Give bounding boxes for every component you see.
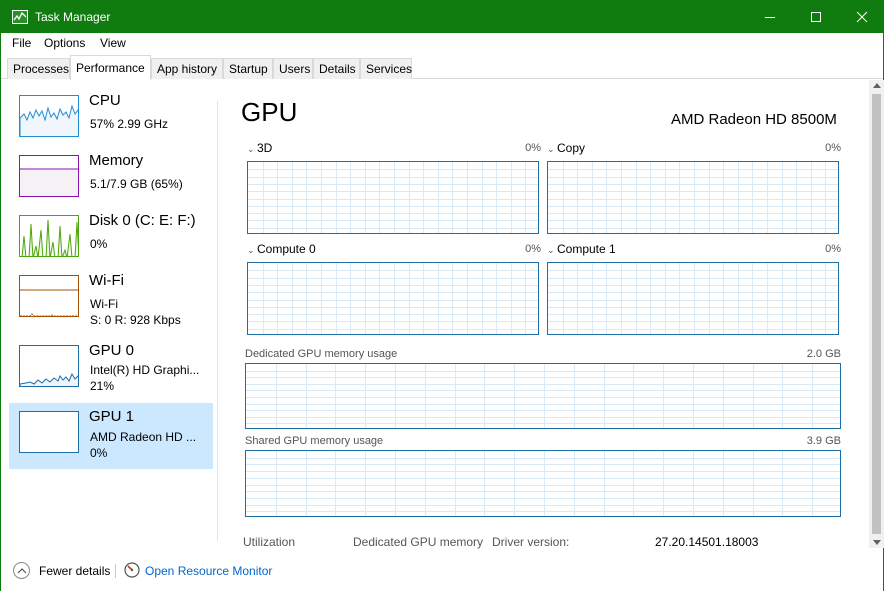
sidebar-item-title: Memory [89, 152, 144, 169]
sidebar-item-detail: S: 0 R: 928 Kbps [90, 313, 181, 327]
memory-thumbnail-graph [19, 155, 79, 197]
maximize-icon [811, 12, 821, 22]
menu-bar: File Options View [1, 33, 883, 54]
sidebar-item-disk[interactable]: Disk 0 (C: E: F:) 0% [9, 207, 213, 273]
sidebar-item-wifi[interactable]: Wi-Fi Wi-Fi S: 0 R: 928 Kbps [9, 267, 213, 333]
resource-sidebar: CPU 57% 2.99 GHz Memory 5.1/7.9 GB (65%)… [9, 87, 214, 547]
tab-performance[interactable]: Performance [70, 55, 151, 80]
disk-thumbnail-graph [19, 215, 79, 257]
engine-percent: 0% [525, 142, 541, 154]
page-title: GPU [241, 97, 298, 127]
sidebar-item-detail: AMD Radeon HD ... [90, 430, 197, 444]
engine-percent: 0% [825, 243, 841, 255]
bottom-bar: Fewer details Open Resource Monitor [1, 551, 883, 591]
close-icon [856, 11, 868, 23]
sidebar-item-detail: 5.1/7.9 GB (65%) [90, 177, 183, 191]
engine-percent: 0% [525, 243, 541, 255]
sidebar-item-title: Wi-Fi [89, 272, 124, 289]
fewer-details-label: Fewer details [39, 564, 111, 578]
engine-name: Compute 1 [557, 242, 616, 256]
menu-view[interactable]: View [100, 36, 126, 50]
minimize-button[interactable] [747, 1, 793, 33]
wifi-thumbnail-graph [19, 275, 79, 317]
sidebar-item-gpu1[interactable]: GPU 1 AMD Radeon HD ... 0% [9, 403, 213, 469]
sidebar-item-title: CPU [89, 92, 121, 109]
engine-name: Compute 0 [257, 242, 316, 256]
graph-dedicated-memory [245, 363, 841, 429]
tab-bar: Processes Performance App history Startu… [1, 54, 883, 80]
sidebar-item-title: Disk 0 (C: E: F:) [89, 212, 196, 229]
sidebar-divider [217, 101, 218, 541]
sidebar-item-detail: 0% [90, 237, 108, 251]
chevron-up-icon [13, 562, 30, 579]
tab-users[interactable]: Users [273, 58, 313, 79]
tab-details[interactable]: Details [313, 58, 360, 79]
engine-selector-compute-1[interactable]: ⌄ Compute 1 [547, 242, 616, 256]
sidebar-item-memory[interactable]: Memory 5.1/7.9 GB (65%) [9, 147, 213, 213]
graph-3d [247, 161, 539, 234]
task-manager-app-icon [12, 10, 28, 24]
chevron-down-icon: ⌄ [247, 144, 255, 154]
sidebar-item-title: GPU 1 [89, 408, 135, 425]
engine-name: 3D [257, 141, 273, 155]
driver-version-label: Driver version: [492, 535, 570, 549]
gpu1-thumbnail-graph [19, 411, 79, 453]
footer-divider [115, 564, 116, 578]
tab-processes[interactable]: Processes [7, 58, 70, 79]
engine-selector-compute-0[interactable]: ⌄ Compute 0 [247, 242, 316, 256]
chevron-down-icon: ⌄ [247, 245, 255, 255]
dedicated-memory-label: Dedicated GPU memory usage [245, 348, 398, 360]
resource-monitor-icon [124, 562, 140, 578]
driver-version-value: 27.20.14501.18003 [655, 535, 759, 549]
maximize-button[interactable] [793, 1, 839, 33]
menu-options[interactable]: Options [44, 36, 85, 50]
minimize-icon [765, 17, 775, 18]
utilization-label: Utilization [243, 535, 296, 549]
tab-app-history[interactable]: App history [151, 58, 223, 79]
sidebar-item-title: GPU 0 [89, 342, 135, 359]
tab-startup[interactable]: Startup [223, 58, 273, 79]
vertical-scrollbar[interactable] [869, 80, 884, 548]
engine-name: Copy [557, 141, 586, 155]
sidebar-item-detail: 21% [90, 379, 115, 393]
scroll-up-icon[interactable] [873, 83, 881, 88]
sidebar-item-cpu[interactable]: CPU 57% 2.99 GHz [9, 87, 213, 153]
scroll-down-icon[interactable] [873, 540, 881, 545]
sidebar-item-gpu0[interactable]: GPU 0 Intel(R) HD Graphi... 21% [9, 337, 213, 403]
tab-services[interactable]: Services [360, 58, 412, 79]
graph-copy [547, 161, 839, 234]
dedicated-gpu-memory-label: Dedicated GPU memory [353, 535, 484, 549]
sidebar-item-detail: 0% [90, 446, 108, 460]
graph-shared-memory [245, 450, 841, 517]
chevron-down-icon: ⌄ [547, 245, 555, 255]
close-button[interactable] [839, 1, 884, 33]
graph-compute-1 [547, 262, 839, 335]
engine-selector-3d[interactable]: ⌄ 3D [247, 141, 272, 155]
task-manager-window: Task Manager File Options View Processes… [0, 0, 884, 591]
chevron-down-icon: ⌄ [547, 144, 555, 154]
open-resource-monitor-label: Open Resource Monitor [145, 564, 273, 578]
sidebar-item-detail: Wi-Fi [90, 297, 118, 311]
graph-compute-0 [247, 262, 539, 335]
title-bar[interactable]: Task Manager [1, 1, 883, 33]
dedicated-memory-max: 2.0 GB [806, 348, 841, 360]
sidebar-item-detail: 57% 2.99 GHz [90, 117, 169, 131]
sidebar-item-detail: Intel(R) HD Graphi... [90, 363, 200, 377]
cpu-thumbnail-graph [19, 95, 79, 137]
scrollbar-thumb[interactable] [872, 94, 881, 534]
shared-memory-label: Shared GPU memory usage [245, 435, 384, 447]
menu-file[interactable]: File [12, 36, 31, 50]
shared-memory-max: 3.9 GB [806, 435, 841, 447]
engine-selector-copy[interactable]: ⌄ Copy [547, 141, 585, 155]
gpu-model-name: AMD Radeon HD 8500M [671, 111, 837, 128]
engine-percent: 0% [825, 142, 841, 154]
gpu0-thumbnail-graph [19, 345, 79, 387]
window-title: Task Manager [35, 10, 111, 24]
